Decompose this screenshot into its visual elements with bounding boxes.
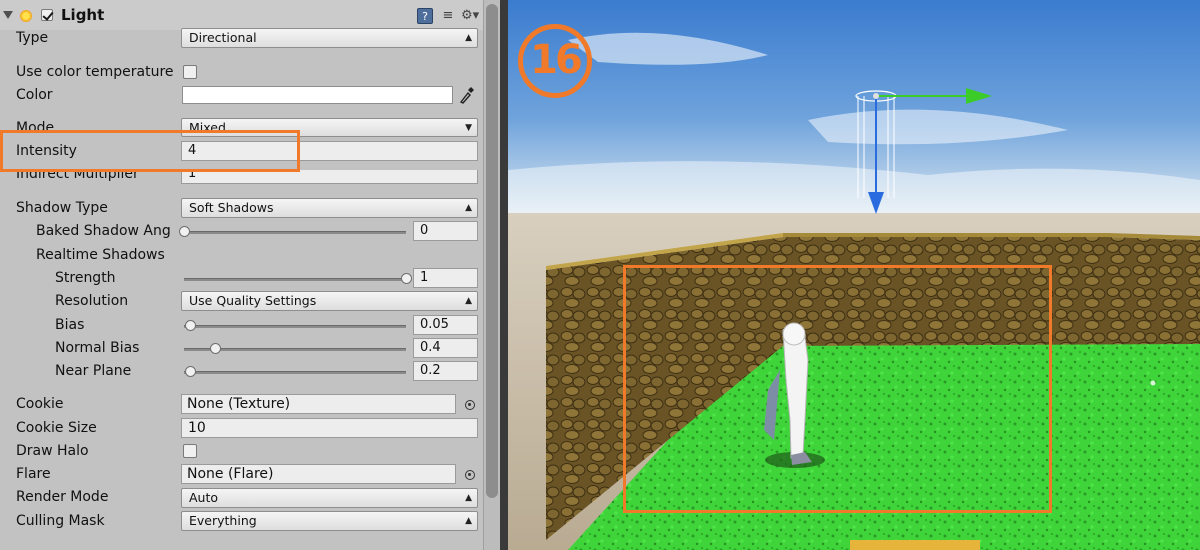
- dropdown-arrow-icon: ▲: [465, 493, 472, 503]
- baked-shadow-angle-track[interactable]: [184, 231, 406, 234]
- eyedropper-icon[interactable]: [458, 85, 476, 105]
- shadow-type-value: Soft Shadows: [189, 200, 274, 215]
- strength-field[interactable]: 1: [413, 268, 478, 288]
- object-picker-icon[interactable]: [465, 470, 475, 480]
- flare-object-field[interactable]: None (Flare): [181, 464, 456, 484]
- dropdown-arrow-icon: ▲: [465, 296, 472, 306]
- dropdown-arrow-icon: ▼: [465, 123, 472, 133]
- shadow-type-dropdown[interactable]: Soft Shadows ▲: [181, 198, 478, 218]
- cookie-size-label: Cookie Size: [16, 420, 97, 436]
- render-mode-label: Render Mode: [16, 489, 109, 505]
- resolution-dropdown[interactable]: Use Quality Settings ▲: [181, 291, 478, 311]
- step-number-badge: 16: [518, 24, 592, 98]
- near-plane-track[interactable]: [184, 371, 406, 374]
- inspector-panel: Light ? ≡ ⚙▾ Type Directional ▲ Use color…: [0, 0, 500, 550]
- normal-bias-thumb[interactable]: [209, 343, 221, 354]
- dropdown-arrow-icon: ▲: [465, 516, 472, 526]
- scene-render: [508, 0, 1200, 550]
- bias-label: Bias: [55, 317, 85, 333]
- near-plane-thumb[interactable]: [185, 366, 197, 377]
- inspector-scrollbar[interactable]: [483, 0, 500, 550]
- scrollbar-thumb[interactable]: [486, 4, 498, 498]
- draw-halo-checkbox[interactable]: [183, 444, 197, 458]
- type-dropdown[interactable]: Directional ▲: [181, 28, 478, 48]
- render-mode-dropdown[interactable]: Auto ▲: [181, 488, 478, 508]
- cookie-size-field[interactable]: 10: [181, 418, 478, 438]
- component-title: Light: [61, 6, 105, 24]
- dropdown-arrow-icon: ▲: [465, 203, 472, 213]
- dropdown-arrow-icon: ▲: [465, 33, 472, 43]
- culling-mask-label: Culling Mask: [16, 513, 105, 529]
- color-label: Color: [16, 87, 53, 103]
- intensity-label: Intensity: [16, 143, 77, 159]
- color-swatch-field[interactable]: [182, 86, 453, 104]
- cookie-label: Cookie: [16, 396, 64, 412]
- type-label: Type: [16, 30, 49, 46]
- near-plane-field[interactable]: 0.2: [413, 361, 478, 381]
- use-color-temperature-label: Use color temperature: [16, 64, 174, 80]
- bias-track[interactable]: [184, 325, 406, 328]
- flare-label: Flare: [16, 466, 51, 482]
- bias-thumb[interactable]: [185, 320, 197, 331]
- foldout-arrow-icon[interactable]: [3, 11, 13, 19]
- strength-label: Strength: [55, 270, 116, 286]
- cookie-object-field[interactable]: None (Texture): [181, 394, 456, 414]
- intensity-field[interactable]: 4: [181, 141, 478, 161]
- light-component-icon: [20, 10, 32, 22]
- help-book-icon[interactable]: ?: [417, 8, 433, 24]
- render-mode-value: Auto: [189, 490, 219, 505]
- baked-shadow-angle-label: Baked Shadow Ang: [36, 223, 171, 239]
- baked-shadow-angle-field[interactable]: 0: [413, 221, 478, 241]
- strength-track[interactable]: [184, 278, 406, 281]
- shadow-type-label: Shadow Type: [16, 200, 108, 216]
- mode-label: Mode: [16, 120, 55, 136]
- bias-field[interactable]: 0.05: [413, 315, 478, 335]
- use-color-temperature-checkbox[interactable]: [183, 65, 197, 79]
- object-picker-icon[interactable]: [465, 400, 475, 410]
- culling-mask-value: Everything: [189, 513, 257, 528]
- preset-sliders-icon[interactable]: ≡: [440, 8, 456, 24]
- strength-thumb[interactable]: [401, 273, 412, 284]
- culling-mask-dropdown[interactable]: Everything ▲: [181, 511, 478, 531]
- near-plane-label: Near Plane: [55, 363, 132, 379]
- baked-shadow-angle-thumb[interactable]: [179, 226, 190, 237]
- normal-bias-field[interactable]: 0.4: [413, 338, 478, 358]
- normal-bias-label: Normal Bias: [55, 340, 140, 356]
- resolution-label: Resolution: [55, 293, 129, 309]
- draw-halo-label: Draw Halo: [16, 443, 89, 459]
- settings-gear-icon[interactable]: ⚙▾: [461, 8, 479, 24]
- indirect-multiplier-field[interactable]: 1: [181, 170, 478, 184]
- scene-view[interactable]: 16: [508, 0, 1200, 550]
- component-enabled-checkbox[interactable]: [41, 9, 53, 21]
- indirect-multiplier-label: Indirect Multiplier: [16, 166, 139, 182]
- realtime-shadows-label: Realtime Shadows: [36, 247, 165, 263]
- resolution-value: Use Quality Settings: [189, 293, 317, 308]
- mode-dropdown[interactable]: Mixed ▼: [181, 118, 478, 137]
- type-value: Directional: [189, 30, 257, 45]
- light-component-header[interactable]: Light ? ≡ ⚙▾: [0, 0, 500, 30]
- mode-value: Mixed: [189, 120, 226, 135]
